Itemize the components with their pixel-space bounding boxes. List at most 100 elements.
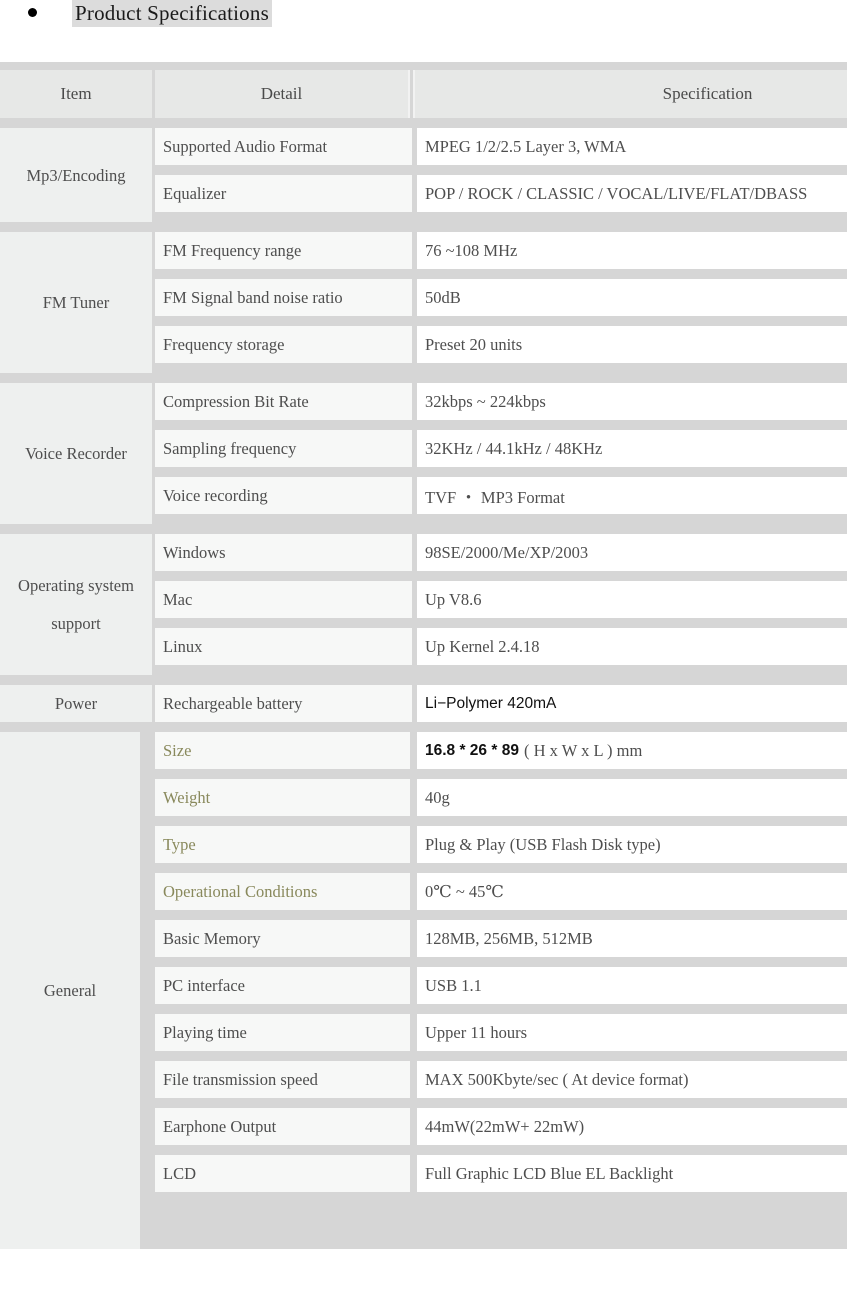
spec-cell: 32kbps ~ 224kbps	[417, 383, 847, 420]
table-row: Supported Audio Format MPEG 1/2/2.5 Laye…	[152, 128, 847, 165]
row-gap	[152, 467, 847, 477]
row-gap	[152, 165, 847, 175]
row-gap	[0, 524, 847, 534]
detail-cell-weight: Weight	[155, 779, 410, 816]
detail-cell-operational-conditions: Operational Conditions	[155, 873, 410, 910]
table-row: Earphone Output 44mW(22mW+ 22mW)	[140, 1108, 847, 1145]
section-label-operating-system-support: Operating system support	[0, 534, 152, 675]
detail-cell: Equalizer	[155, 175, 412, 212]
row-gap	[0, 222, 847, 232]
section-rows: FM Frequency range 76 ~108 MHz FM Signal…	[152, 232, 847, 373]
table-row: Basic Memory 128MB, 256MB, 512MB	[140, 920, 847, 957]
row-gap	[0, 118, 847, 128]
section-rows: Windows 98SE/2000/Me/XP/2003 Mac Up V8.6…	[152, 534, 847, 675]
spec-cell-earphone-output: 44mW(22mW+ 22mW)	[417, 1108, 847, 1145]
section-rows: Supported Audio Format MPEG 1/2/2.5 Laye…	[152, 128, 847, 222]
section-label-mp3-encoding: Mp3/Encoding	[0, 128, 152, 222]
spec-cell-weight: 40g	[417, 779, 847, 816]
table-section: FM Tuner FM Frequency range 76 ~108 MHz …	[0, 232, 847, 373]
table-section: Voice Recorder Compression Bit Rate 32kb…	[0, 383, 847, 524]
detail-cell: Rechargeable battery	[155, 685, 412, 722]
spec-cell: Up Kernel 2.4.18	[417, 628, 847, 665]
spec-value-size-dimensions: 16.8 * 26 * 89	[425, 741, 519, 759]
row-gap	[140, 957, 847, 967]
row-gap	[152, 618, 847, 628]
section-label-general: General	[0, 732, 140, 1249]
cell-gap	[410, 967, 417, 1004]
spec-value-battery: Li−Polymer 420mA	[425, 694, 557, 712]
row-gap	[140, 816, 847, 826]
table-row: Rechargeable battery Li−Polymer 420mA	[152, 685, 847, 722]
bullet-dot-icon	[28, 8, 37, 17]
cell-gap	[140, 920, 155, 957]
spec-cell-file-transmission-speed: MAX 500Kbyte/sec ( At device format)	[417, 1061, 847, 1098]
row-gap	[0, 722, 847, 732]
cell-gap	[140, 1108, 155, 1145]
table-row: Frequency storage Preset 20 units	[152, 326, 847, 363]
cell-gap	[140, 826, 155, 863]
table-row: Windows 98SE/2000/Me/XP/2003	[152, 534, 847, 571]
row-gap	[140, 769, 847, 779]
spec-cell: 50dB	[417, 279, 847, 316]
table-row: Weight 40g	[140, 779, 847, 816]
detail-cell: Supported Audio Format	[155, 128, 412, 165]
row-gap	[152, 571, 847, 581]
table-row: LCD Full Graphic LCD Blue EL Backlight	[140, 1155, 847, 1192]
cell-gap	[410, 732, 417, 769]
spec-cell-pc-interface: USB 1.1	[417, 967, 847, 1004]
column-header-item: Item	[0, 70, 152, 118]
page-title-block: Product Specifications	[0, 0, 847, 62]
detail-cell-lcd: LCD	[155, 1155, 410, 1192]
specifications-table: Item Detail Specification Mp3/Encoding S…	[0, 62, 847, 1249]
table-section: Power Rechargeable battery Li−Polymer 42…	[0, 685, 847, 722]
cell-gap	[410, 826, 417, 863]
spec-cell: 32KHz / 44.1kHz / 48KHz	[417, 430, 847, 467]
cell-gap	[140, 873, 155, 910]
section-label-fm-tuner: FM Tuner	[0, 232, 152, 373]
detail-cell: Mac	[155, 581, 412, 618]
row-gap	[0, 675, 847, 685]
cell-gap	[140, 779, 155, 816]
spec-cell-lcd: Full Graphic LCD Blue EL Backlight	[417, 1155, 847, 1192]
section-rows: Rechargeable battery Li−Polymer 420mA	[152, 685, 847, 722]
table-row: Playing time Upper 11 hours	[140, 1014, 847, 1051]
column-header-specification: Specification	[413, 70, 847, 118]
spec-cell: MPEG 1/2/2.5 Layer 3, WMA	[417, 128, 847, 165]
spec-cell-playing-time: Upper 11 hours	[417, 1014, 847, 1051]
spec-cell-operational-conditions: 0℃ ~ 45℃	[417, 873, 847, 910]
section-rows: Size 16.8 * 26 * 89 ( H x W x L ) mm Wei…	[140, 732, 847, 1249]
spec-cell: Li−Polymer 420mA	[417, 685, 847, 722]
cell-gap	[410, 1155, 417, 1192]
page-title-row: Product Specifications	[28, 0, 272, 27]
table-header-row: Item Detail Specification	[0, 70, 847, 118]
cell-gap	[140, 1014, 155, 1051]
row-gap	[140, 1145, 847, 1155]
spec-cell: Preset 20 units	[417, 326, 847, 363]
row-gap	[0, 373, 847, 383]
page-title: Product Specifications	[72, 0, 272, 27]
section-rows: Compression Bit Rate 32kbps ~ 224kbps Sa…	[152, 383, 847, 524]
spec-cell: POP / ROCK / CLASSIC / VOCAL/LIVE/FLAT/D…	[417, 175, 847, 212]
detail-cell: Compression Bit Rate	[155, 383, 412, 420]
row-gap	[140, 1004, 847, 1014]
column-header-detail: Detail	[155, 70, 410, 118]
detail-cell-earphone-output: Earphone Output	[155, 1108, 410, 1145]
detail-cell-playing-time: Playing time	[155, 1014, 410, 1051]
cell-gap	[140, 967, 155, 1004]
cell-gap	[410, 920, 417, 957]
table-row: Equalizer POP / ROCK / CLASSIC / VOCAL/L…	[152, 175, 847, 212]
table-row: Compression Bit Rate 32kbps ~ 224kbps	[152, 383, 847, 420]
cell-gap	[410, 1061, 417, 1098]
section-label-voice-recorder: Voice Recorder	[0, 383, 152, 524]
detail-cell: Linux	[155, 628, 412, 665]
detail-cell: FM Frequency range	[155, 232, 412, 269]
row-gap	[152, 420, 847, 430]
row-gap	[140, 863, 847, 873]
spec-cell: 98SE/2000/Me/XP/2003	[417, 534, 847, 571]
table-row: FM Signal band noise ratio 50dB	[152, 279, 847, 316]
table-row: Size 16.8 * 26 * 89 ( H x W x L ) mm	[140, 732, 847, 769]
spec-cell-type: Plug & Play (USB Flash Disk type)	[417, 826, 847, 863]
cell-gap	[410, 779, 417, 816]
detail-cell-basic-memory: Basic Memory	[155, 920, 410, 957]
detail-cell-file-transmission-speed: File transmission speed	[155, 1061, 410, 1098]
